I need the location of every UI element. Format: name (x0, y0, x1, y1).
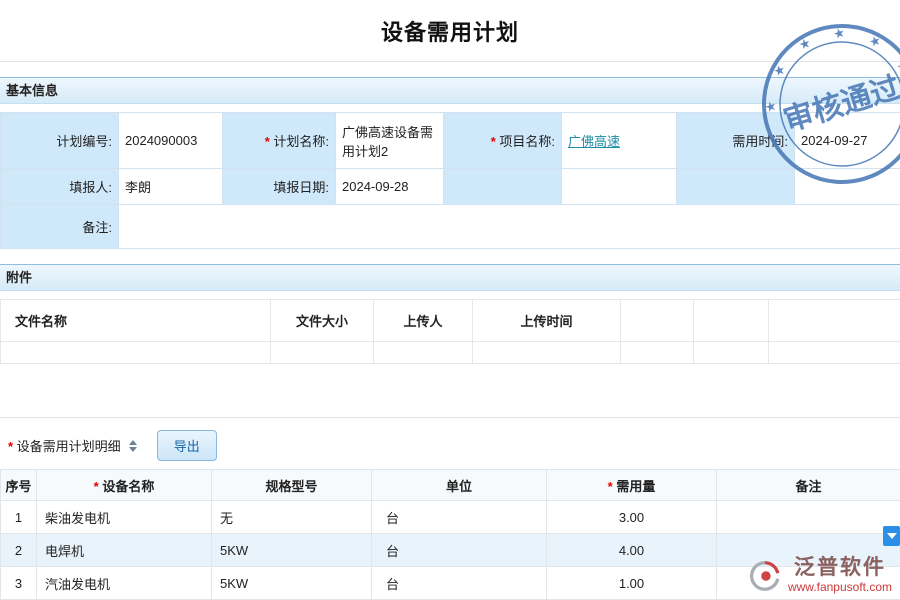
row-spec: 无 (212, 501, 372, 534)
attachment-empty-cell (694, 342, 769, 364)
sort-icon[interactable] (129, 440, 137, 452)
col-uploader: 上传人 (374, 300, 473, 342)
section-basic-info: 基本信息 (0, 77, 900, 104)
basic-info-row-1: 计划编号: 2024090003 计划名称: 广佛高速设备需用计划2 项目名称:… (1, 113, 900, 169)
row-unit: 台 (372, 534, 547, 567)
row-unit: 台 (372, 567, 547, 600)
row-equipment-name: 电焊机 (37, 534, 212, 567)
details-header-row: 序号 设备名称 规格型号 单位 需用量 备注 (1, 470, 900, 501)
col-spec-model: 规格型号 (212, 470, 372, 501)
row-seq: 1 (1, 501, 37, 534)
project-link[interactable]: 广佛高速 (568, 134, 620, 149)
empty-label-cell (677, 169, 795, 205)
arrow-down-icon (887, 533, 897, 539)
attachment-empty-cell (271, 342, 374, 364)
attachment-empty-cell (769, 342, 900, 364)
detail-row: 1 柴油发电机 无 台 3.00 (1, 501, 900, 534)
basic-info-row-3: 备注: (1, 205, 900, 249)
col-upload-time: 上传时间 (473, 300, 621, 342)
col-empty (621, 300, 694, 342)
remark-value (119, 205, 900, 249)
attachment-empty-cell (473, 342, 621, 364)
fanpu-logo: 泛普软件 www.fanpusoft.com (748, 556, 892, 595)
project-name-label: 项目名称: (491, 134, 555, 149)
details-section-header: 设备需用计划明细 导出 (0, 417, 900, 469)
row-seq: 2 (1, 534, 37, 567)
basic-info-table: 计划编号: 2024090003 计划名称: 广佛高速设备需用计划2 项目名称:… (0, 112, 900, 249)
details-section-title: 设备需用计划明细 (8, 436, 121, 455)
row-qty: 3.00 (547, 501, 717, 534)
section-basic-info-label: 基本信息 (6, 83, 58, 98)
row-qty: 4.00 (547, 534, 717, 567)
filler-value: 李朗 (119, 169, 223, 205)
scroll-down-button[interactable] (883, 526, 900, 546)
row-equipment-name: 柴油发电机 (37, 501, 212, 534)
row-spec: 5KW (212, 534, 372, 567)
plan-no-value: 2024090003 (119, 113, 223, 169)
col-required-qty: 需用量 (547, 470, 717, 501)
row-unit: 台 (372, 501, 547, 534)
section-attachments: 附件 (0, 264, 900, 291)
col-equipment-name: 设备名称 (37, 470, 212, 501)
attachments-header-row: 文件名称 文件大小 上传人 上传时间 (1, 300, 900, 342)
plan-name-label: 计划名称: (265, 134, 329, 149)
empty-value-cell (562, 169, 677, 205)
fill-date-label: 填报日期: (223, 169, 336, 205)
attachment-empty-cell (374, 342, 473, 364)
need-time-value: 2024-09-27 (795, 113, 900, 169)
empty-value-cell (795, 169, 900, 205)
row-remark (717, 501, 900, 534)
row-equipment-name: 汽油发电机 (37, 567, 212, 600)
remark-label: 备注: (1, 205, 119, 249)
fanpu-brand: 泛普软件 (794, 556, 886, 580)
row-qty: 1.00 (547, 567, 717, 600)
row-spec: 5KW (212, 567, 372, 600)
col-empty (769, 300, 900, 342)
need-time-label: 需用时间: (677, 113, 795, 169)
fanpu-url: www.fanpusoft.com (788, 580, 892, 595)
fanpu-logo-icon (748, 559, 782, 593)
col-file-name: 文件名称 (1, 300, 271, 342)
plan-name-value: 广佛高速设备需用计划2 (336, 113, 444, 169)
plan-no-label: 计划编号: (1, 113, 119, 169)
page-title: 设备需用计划 (381, 15, 519, 47)
col-seq: 序号 (1, 470, 37, 501)
attachment-empty-cell (621, 342, 694, 364)
filler-label: 填报人: (1, 169, 119, 205)
col-unit: 单位 (372, 470, 547, 501)
col-remark: 备注 (717, 470, 900, 501)
row-seq: 3 (1, 567, 37, 600)
attachments-table: 文件名称 文件大小 上传人 上传时间 (0, 299, 900, 364)
export-button[interactable]: 导出 (157, 430, 217, 461)
fill-date-value: 2024-09-28 (336, 169, 444, 205)
title-bar: 设备需用计划 (0, 0, 900, 62)
attachment-empty-cell (1, 342, 271, 364)
col-empty (694, 300, 769, 342)
basic-info-row-2: 填报人: 李朗 填报日期: 2024-09-28 (1, 169, 900, 205)
empty-label-cell (444, 169, 562, 205)
attachments-empty-row (1, 342, 900, 364)
section-attachments-label: 附件 (6, 270, 32, 285)
col-file-size: 文件大小 (271, 300, 374, 342)
